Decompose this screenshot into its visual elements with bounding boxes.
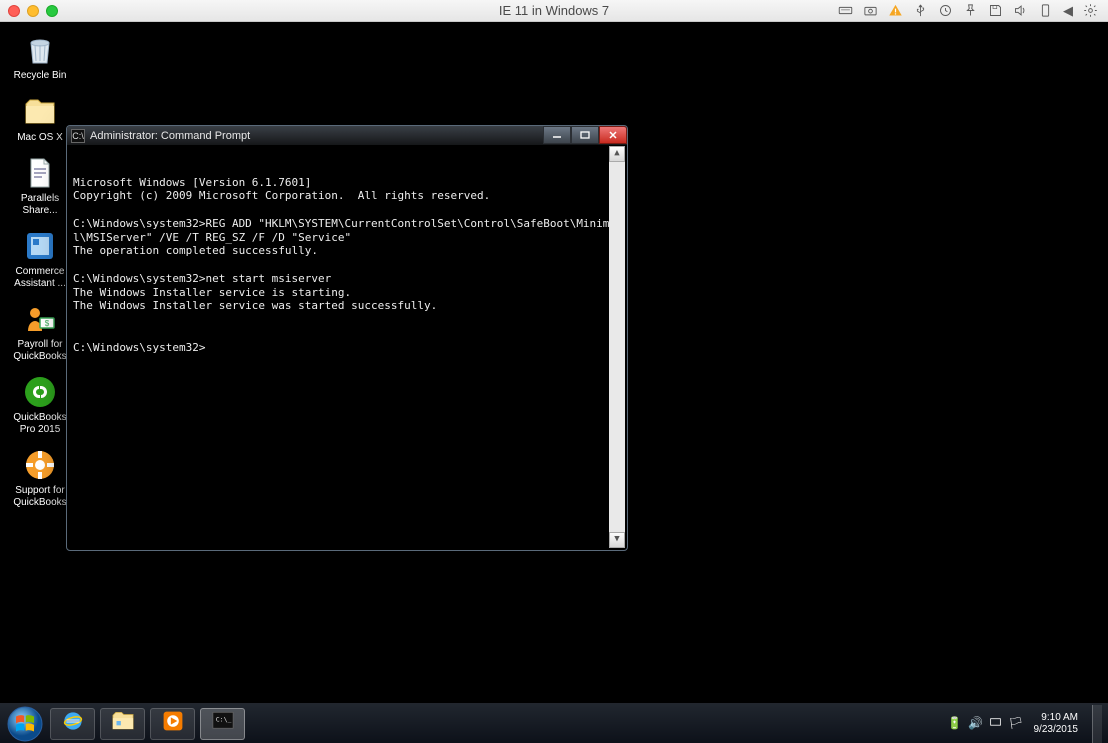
desktop-icon-qb-pro[interactable]: QuickBooks Pro 2015 [6, 372, 74, 437]
taskbar-item-wmp[interactable] [150, 708, 195, 740]
cmd-app-icon: C:\ [71, 129, 85, 143]
tray-icons: 🔋 🔊 🏳 [947, 716, 1023, 732]
svg-text:$: $ [45, 319, 50, 328]
media-player-icon [160, 708, 186, 739]
mac-close-button[interactable] [8, 5, 20, 17]
taskbar: C:\_ 🔋 🔊 🏳 9:10 AM 9/23/2015 [0, 703, 1108, 743]
desktop-icon-label: Payroll for QuickBooks [8, 339, 72, 362]
mac-maximize-button[interactable] [46, 5, 58, 17]
mac-tray: ◀ [838, 3, 1108, 19]
desktop-icon-commerce-assist[interactable]: Commerce Assistant ... [6, 226, 74, 291]
speaker-icon[interactable]: 🔊 [968, 716, 983, 732]
network-icon[interactable] [989, 716, 1002, 732]
desktop-icon-support-qb[interactable]: Support for QuickBooks [6, 445, 74, 510]
mac-titlebar: IE 11 in Windows 7 ◀ [0, 0, 1108, 22]
desktop-icon-macosx[interactable]: Mac OS X [6, 92, 74, 146]
desktop-icons: Recycle Bin Mac OS X Parallels Share... Com… [6, 30, 74, 510]
scroll-down-button[interactable]: ▼ [609, 532, 625, 548]
desktop-icon-label: Support for QuickBooks [8, 485, 72, 508]
desktop-icon-payroll-qb[interactable]: $ Payroll for QuickBooks [6, 299, 74, 364]
camera-icon[interactable] [863, 3, 878, 18]
clock-date: 9/23/2015 [1034, 724, 1079, 736]
clock-time: 9:10 AM [1034, 712, 1079, 724]
payroll-qb-icon: $ [22, 301, 58, 337]
traffic-lights [0, 5, 58, 17]
file-explorer-icon [110, 708, 136, 739]
desktop-icon-recycle-bin[interactable]: Recycle Bin [6, 30, 74, 84]
taskbar-item-explorer[interactable] [100, 708, 145, 740]
desktop-icon-parallels-share[interactable]: Parallels Share... [6, 153, 74, 218]
terminal-body[interactable]: Microsoft Windows [Version 6.1.7601] Cop… [69, 146, 625, 548]
parallels-share-icon [22, 155, 58, 191]
window-title-text: Administrator: Command Prompt [90, 130, 250, 142]
minimize-button[interactable] [543, 126, 571, 144]
system-tray: 🔋 🔊 🏳 9:10 AM 9/23/2015 [947, 712, 1084, 735]
back-arrow-icon[interactable]: ◀ [1063, 3, 1073, 19]
floppy-icon[interactable] [988, 3, 1003, 18]
scroll-up-button[interactable]: ▲ [609, 146, 625, 162]
terminal-text: Microsoft Windows [Version 6.1.7601] Cop… [73, 176, 621, 355]
scroll-track[interactable] [609, 162, 625, 532]
commerce-assist-icon [22, 228, 58, 264]
device-icon[interactable] [1038, 3, 1053, 18]
taskbar-item-cmd[interactable]: C:\_ [200, 708, 245, 740]
battery-icon[interactable]: 🔋 [947, 716, 962, 732]
taskbar-items: C:\_ [50, 708, 245, 740]
keyboard-icon[interactable] [838, 3, 853, 18]
support-qb-icon [22, 447, 58, 483]
mac-minimize-button[interactable] [27, 5, 39, 17]
internet-explorer-icon [60, 708, 86, 739]
qb-pro-icon [22, 374, 58, 410]
macosx-icon [22, 94, 58, 130]
recycle-bin-icon [22, 32, 58, 68]
window-titlebar[interactable]: C:\ Administrator: Command Prompt [67, 126, 627, 146]
usb-icon[interactable] [913, 3, 928, 18]
command-prompt-window[interactable]: C:\ Administrator: Command Prompt Micros… [66, 125, 628, 551]
flag-icon[interactable]: 🏳 [1008, 716, 1023, 732]
desktop-icon-label: Mac OS X [17, 132, 63, 144]
gear-icon[interactable] [1083, 3, 1098, 18]
desktop-icon-label: Recycle Bin [14, 70, 67, 82]
window-controls [543, 126, 627, 145]
clock-icon[interactable] [938, 3, 953, 18]
svg-text:C:\_: C:\_ [215, 716, 231, 724]
scrollbar[interactable]: ▲ ▼ [609, 146, 625, 548]
maximize-button[interactable] [571, 126, 599, 144]
desktop-icon-label: QuickBooks Pro 2015 [8, 412, 72, 435]
close-button[interactable] [599, 126, 627, 144]
speaker-icon[interactable] [1013, 3, 1028, 18]
command-prompt-icon: C:\_ [210, 708, 236, 739]
desktop-icon-label: Parallels Share... [8, 193, 72, 216]
taskbar-item-ie[interactable] [50, 708, 95, 740]
start-button[interactable] [6, 705, 44, 743]
desktop-icon-label: Commerce Assistant ... [8, 266, 72, 289]
show-desktop-button[interactable] [1092, 705, 1102, 743]
desktop[interactable]: Recycle Bin Mac OS X Parallels Share... Com… [0, 22, 1108, 703]
warning-icon[interactable] [888, 3, 903, 18]
pin-icon[interactable] [963, 3, 978, 18]
clock[interactable]: 9:10 AM 9/23/2015 [1034, 712, 1085, 735]
